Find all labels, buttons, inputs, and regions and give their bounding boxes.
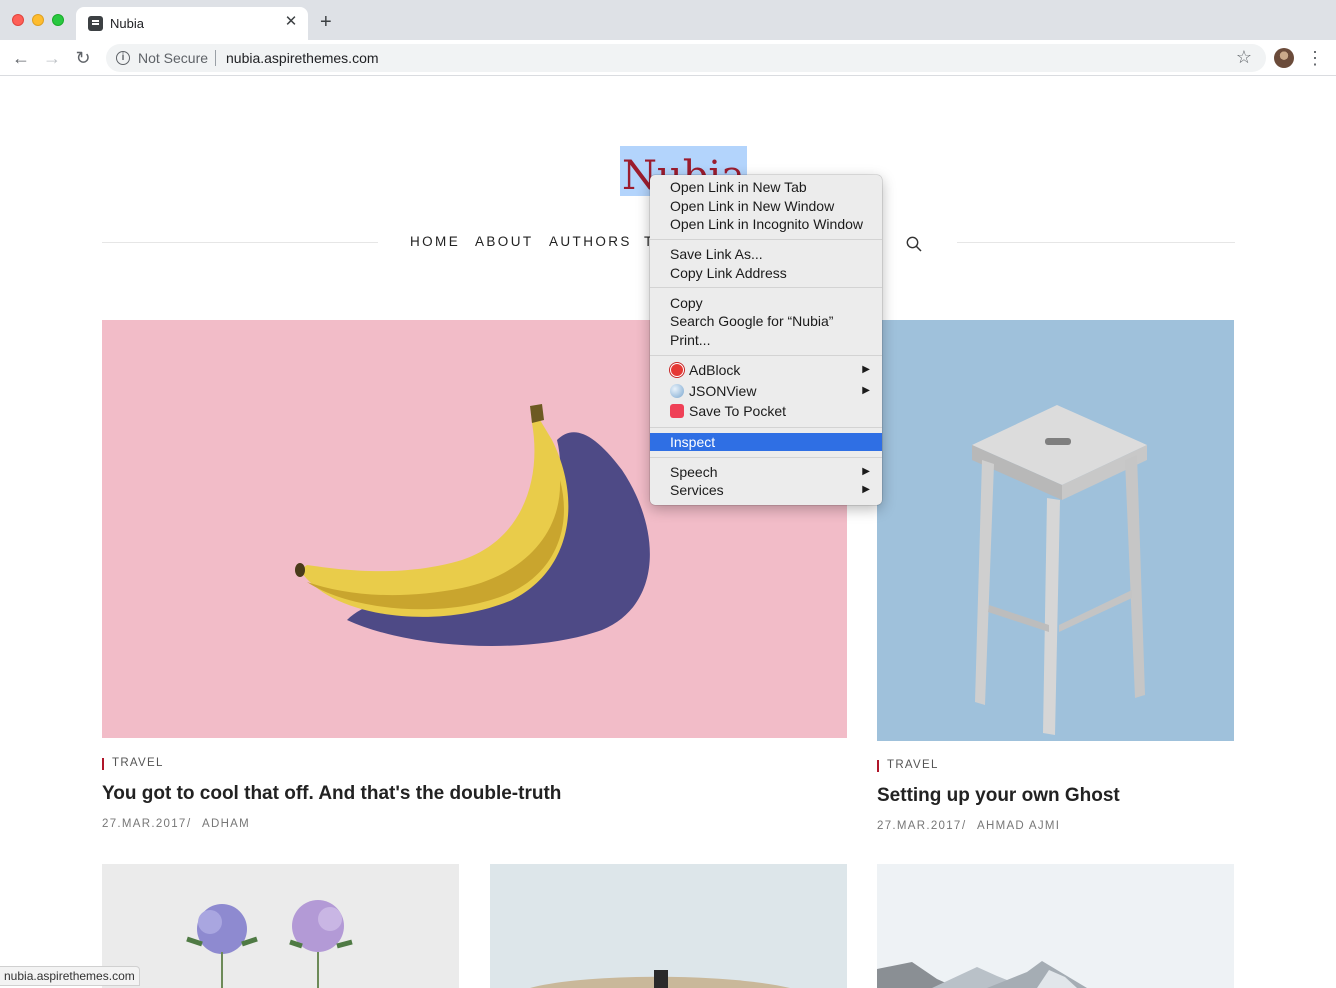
menu-open-incognito[interactable]: Open Link in Incognito Window — [650, 214, 882, 234]
nav-divider-right — [957, 242, 1235, 243]
menu-item-label: Save Link As... — [670, 246, 763, 262]
menu-item-label: Open Link in New Tab — [670, 179, 807, 195]
search-icon[interactable] — [906, 236, 922, 252]
adblock-icon — [670, 363, 684, 377]
reload-button[interactable]: ↻ — [71, 46, 95, 70]
menu-inspect[interactable]: Inspect — [650, 433, 882, 451]
post-tag[interactable]: TRAVEL — [102, 757, 164, 770]
menu-item-label: Speech — [670, 464, 718, 480]
browser-titlebar: Nubia ✕ + — [0, 0, 1336, 40]
profile-avatar[interactable] — [1274, 48, 1294, 68]
post-image-mountains[interactable] — [877, 864, 1234, 988]
fullscreen-window-button[interactable] — [52, 14, 64, 26]
post-tag[interactable]: TRAVEL — [877, 759, 939, 772]
stool-illustration — [972, 405, 1147, 735]
post-image-second[interactable] — [490, 864, 847, 988]
post-author[interactable]: ADHAM — [202, 818, 250, 830]
menu-print[interactable]: Print... — [650, 330, 882, 350]
submenu-arrow-icon: ▶ — [862, 385, 870, 396]
menu-item-label: Save To Pocket — [689, 403, 787, 419]
post-image-stool[interactable] — [877, 320, 1234, 741]
address-bar[interactable]: i Not Secure nubia.aspirethemes.com ☆ — [106, 44, 1266, 72]
tab-close-icon[interactable]: ✕ — [282, 13, 300, 31]
site-favicon-icon — [88, 16, 103, 31]
back-button[interactable]: ← — [9, 46, 33, 70]
menu-separator — [650, 287, 882, 288]
submenu-arrow-icon: ▶ — [862, 484, 870, 495]
minimize-window-button[interactable] — [32, 14, 44, 26]
context-menu: Open Link in New Tab Open Link in New Wi… — [650, 175, 882, 505]
browser-toolbar: ← → ↻ i Not Secure nubia.aspirethemes.co… — [0, 40, 1336, 76]
status-bar-url: nubia.aspirethemes.com — [0, 966, 140, 986]
menu-item-label: Copy Link Address — [670, 265, 787, 281]
menu-speech[interactable]: Speech ▶ — [650, 462, 882, 482]
menu-item-label: Services — [670, 482, 724, 498]
pocket-icon — [670, 404, 684, 418]
meta-separator: / — [962, 820, 967, 832]
url-text[interactable]: nubia.aspirethemes.com — [226, 50, 379, 66]
new-tab-button[interactable]: + — [320, 12, 332, 32]
menu-copy-link-address[interactable]: Copy Link Address — [650, 263, 882, 283]
meta-separator: / — [187, 818, 192, 830]
nav-about[interactable]: ABOUT — [475, 234, 534, 249]
post-author[interactable]: AHMAD AJMI — [977, 820, 1060, 832]
menu-save-link-as[interactable]: Save Link As... — [650, 244, 882, 264]
nav-home[interactable]: HOME — [410, 234, 460, 249]
object-illustration — [530, 970, 790, 988]
menu-separator — [650, 239, 882, 240]
menu-copy[interactable]: Copy — [650, 293, 882, 313]
forward-button[interactable]: → — [40, 46, 64, 70]
menu-item-label: Open Link in Incognito Window — [670, 216, 863, 232]
post-date: 27.MAR.2017 — [102, 818, 187, 830]
post-date: 27.MAR.2017 — [877, 820, 962, 832]
jsonview-icon — [670, 384, 684, 398]
nav-authors[interactable]: AUTHORS — [549, 234, 632, 249]
menu-open-new-window[interactable]: Open Link in New Window — [650, 196, 882, 216]
tab-title: Nubia — [110, 16, 144, 31]
menu-item-label: Print... — [670, 332, 711, 348]
nav-divider-left — [102, 242, 378, 243]
menu-search-google[interactable]: Search Google for “Nubia” — [650, 311, 882, 331]
menu-item-label: Copy — [670, 295, 703, 311]
menu-item-label: Inspect — [670, 434, 716, 450]
post-title[interactable]: Setting up your own Ghost — [877, 785, 1120, 807]
security-label: Not Secure — [138, 50, 209, 66]
post-title[interactable]: You got to cool that off. And that's the… — [102, 783, 561, 805]
menu-separator — [650, 355, 882, 356]
menu-item-label: Open Link in New Window — [670, 198, 835, 214]
menu-jsonview[interactable]: JSONView ▶ — [650, 381, 882, 401]
menu-services[interactable]: Services ▶ — [650, 480, 882, 500]
close-window-button[interactable] — [12, 14, 24, 26]
menu-separator — [650, 427, 882, 428]
flowers-illustration — [186, 900, 353, 988]
bookmark-star-icon[interactable]: ☆ — [1236, 47, 1252, 68]
submenu-arrow-icon: ▶ — [862, 364, 870, 375]
menu-adblock[interactable]: AdBlock ▶ — [650, 360, 882, 380]
browser-menu-icon[interactable]: ⋮ — [1306, 46, 1324, 70]
menu-separator — [650, 457, 882, 458]
info-icon[interactable]: i — [116, 51, 130, 65]
menu-save-to-pocket[interactable]: Save To Pocket — [650, 401, 882, 421]
menu-open-new-tab[interactable]: Open Link in New Tab — [650, 177, 882, 197]
post-image-flowers[interactable] — [102, 864, 459, 988]
submenu-arrow-icon: ▶ — [862, 466, 870, 477]
menu-item-label: AdBlock — [689, 362, 741, 378]
menu-item-label: Search Google for “Nubia” — [670, 313, 834, 329]
menu-item-label: JSONView — [689, 383, 757, 399]
mountains-illustration — [877, 864, 1234, 988]
omnibox-divider — [215, 50, 216, 66]
browser-tab[interactable]: Nubia ✕ — [76, 7, 308, 40]
